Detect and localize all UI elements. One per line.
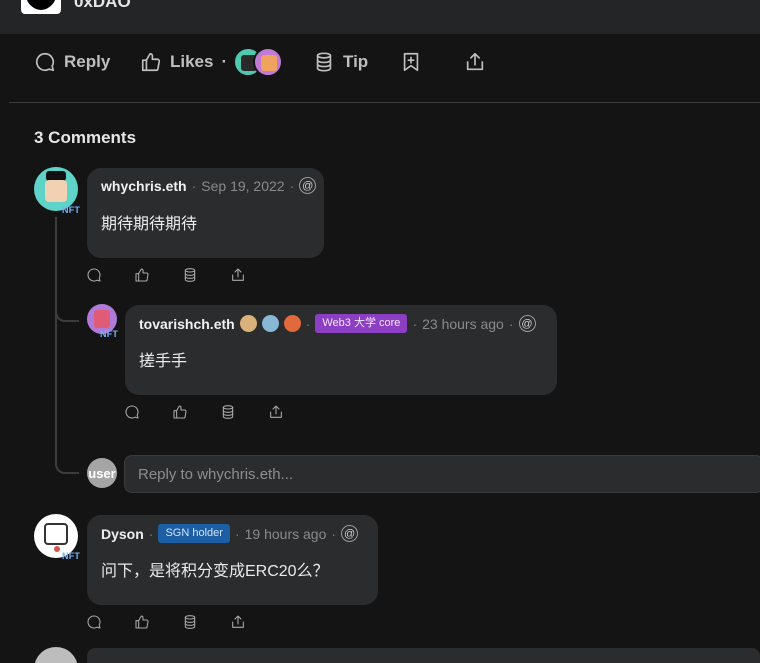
thread-branch xyxy=(55,440,79,474)
share-icon xyxy=(232,615,244,628)
comment-reply-button[interactable] xyxy=(86,614,134,635)
likes-separator: · xyxy=(221,52,228,71)
bookmark-button[interactable] xyxy=(400,47,422,77)
thumbs-up-icon xyxy=(173,405,187,419)
comment-bubble: tovarishch.eth · Web3 大学 core · 23 hours… xyxy=(125,305,557,395)
role-badge: SGN holder xyxy=(158,524,230,543)
separator: · xyxy=(305,315,311,332)
comment-meta: tovarishch.eth · Web3 大学 core · 23 hours… xyxy=(139,314,536,333)
comment-share-button[interactable] xyxy=(230,267,278,288)
comment-bubble xyxy=(87,648,760,663)
coins-stack-icon xyxy=(184,268,196,282)
share-icon xyxy=(466,52,484,71)
reply-label: Reply xyxy=(64,52,111,71)
comment-tip-button[interactable] xyxy=(182,614,230,635)
thread-branch xyxy=(55,290,79,322)
comment-bubble: Dyson · SGN holder · 19 hours ago · @ 问下… xyxy=(87,515,378,605)
comment-author[interactable]: Dyson xyxy=(101,526,144,542)
likes-button[interactable]: Likes · xyxy=(140,47,284,77)
liker-avatar[interactable] xyxy=(253,47,284,77)
thread-line xyxy=(55,217,57,455)
separator: · xyxy=(331,525,337,542)
share-icon xyxy=(232,268,244,281)
comment-reply-button[interactable] xyxy=(124,404,172,425)
comment-body: 问下，是将积分变成ERC20么？ xyxy=(101,563,329,580)
post-action-bar: Reply Likes · Tip xyxy=(0,34,760,102)
badge-avatar-icon xyxy=(283,315,301,332)
author-avatar[interactable] xyxy=(21,0,61,14)
reply-input[interactable] xyxy=(124,455,760,493)
likes-label: Likes xyxy=(170,52,214,71)
comment-body: 搓手手 xyxy=(139,353,188,370)
coins-stack-icon xyxy=(316,52,332,72)
divider xyxy=(9,102,760,103)
comment-bubble: whychris.eth · Sep 19, 2022 · @ 期待期待期待 xyxy=(87,168,324,258)
comment-share-button[interactable] xyxy=(268,404,316,425)
role-badge: Web3 大学 core xyxy=(315,314,408,333)
separator: · xyxy=(508,315,514,332)
comment-tip-button[interactable] xyxy=(220,404,268,425)
user-avatar: user xyxy=(87,458,117,488)
comment-actions xyxy=(86,267,278,288)
badge-avatar-icon xyxy=(261,315,279,332)
separator: · xyxy=(191,177,197,194)
nft-tag: NFT xyxy=(100,329,119,339)
separator: · xyxy=(234,525,240,542)
at-icon[interactable]: @ xyxy=(341,525,359,542)
comment-date: 23 hours ago xyxy=(422,315,504,332)
badge-avatar-icon xyxy=(239,315,257,332)
comment-date: Sep 19, 2022 xyxy=(201,177,285,194)
thumbs-up-icon xyxy=(135,615,149,629)
comment-author[interactable]: tovarishch.eth xyxy=(139,316,235,332)
liker-avatars[interactable] xyxy=(233,47,284,77)
nft-tag: NFT xyxy=(62,551,81,561)
comment-like-button[interactable] xyxy=(172,404,220,425)
share-button[interactable] xyxy=(464,47,486,77)
coins-stack-icon xyxy=(222,405,234,419)
comment-like-button[interactable] xyxy=(134,614,182,635)
thumbs-up-icon xyxy=(135,268,149,282)
comment-icon xyxy=(87,615,101,629)
coins-stack-icon xyxy=(184,615,196,629)
author-name[interactable]: 0xDAO xyxy=(74,0,131,12)
comment-share-button[interactable] xyxy=(230,614,278,635)
comment-actions xyxy=(124,404,316,425)
share-icon xyxy=(270,405,282,418)
comment-meta: whychris.eth · Sep 19, 2022 · @ xyxy=(101,177,317,194)
tip-label: Tip xyxy=(343,52,369,71)
comment-icon xyxy=(87,268,101,282)
comment-icon xyxy=(35,52,55,72)
comment-meta: Dyson · SGN holder · 19 hours ago · @ xyxy=(101,524,359,543)
comments-count-heading: 3 Comments xyxy=(34,128,137,147)
post-header: 0xDAO xyxy=(0,0,760,34)
comment-actions xyxy=(86,614,278,635)
separator: · xyxy=(412,315,418,332)
comment-like-button[interactable] xyxy=(134,267,182,288)
commenter-avatar[interactable] xyxy=(34,647,78,663)
tip-button[interactable]: Tip xyxy=(313,47,368,77)
comment-icon xyxy=(125,405,139,419)
bookmark-add-icon xyxy=(403,52,419,72)
comment-tip-button[interactable] xyxy=(182,267,230,288)
comment-date: 19 hours ago xyxy=(244,525,327,542)
at-icon[interactable]: @ xyxy=(299,177,317,194)
reply-button[interactable]: Reply xyxy=(34,47,110,77)
comment-reply-button[interactable] xyxy=(86,267,134,288)
nft-tag: NFT xyxy=(62,205,81,215)
separator: · xyxy=(289,177,295,194)
comment-author[interactable]: whychris.eth xyxy=(101,178,187,194)
comment-body: 期待期待期待 xyxy=(101,216,198,233)
at-icon[interactable]: @ xyxy=(518,315,536,332)
thumbs-up-icon xyxy=(141,52,161,72)
separator: · xyxy=(148,525,154,542)
